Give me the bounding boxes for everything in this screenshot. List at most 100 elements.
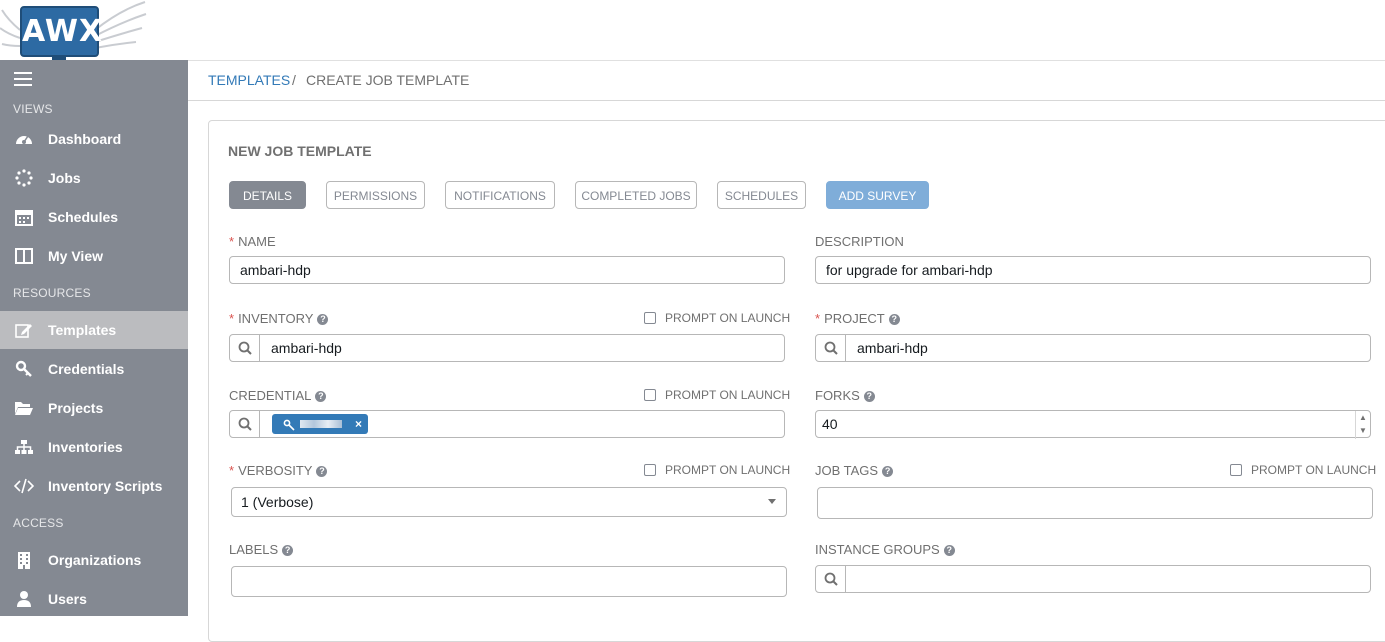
checkbox[interactable] <box>644 389 656 401</box>
help-icon[interactable]: ? <box>317 314 329 325</box>
help-icon[interactable]: ? <box>282 545 294 556</box>
panel-title: NEW JOB TEMPLATE <box>228 143 372 159</box>
top-header: AWX <box>0 0 1385 61</box>
help-icon[interactable]: ? <box>863 391 875 402</box>
code-icon <box>13 478 35 494</box>
sidebar-item-credentials[interactable]: Credentials <box>0 350 188 388</box>
sidebar-item-label: My View <box>48 248 103 264</box>
sidebar-item-jobs[interactable]: Jobs <box>0 159 188 197</box>
remove-tag-icon[interactable]: × <box>355 414 362 434</box>
inventory-lookup[interactable]: ambari-hdp <box>229 334 785 362</box>
folder-icon <box>13 400 35 416</box>
sidebar-item-users[interactable]: Users <box>0 580 188 618</box>
forks-stepper[interactable]: ▲ ▼ <box>1355 411 1370 439</box>
key-icon <box>283 418 295 436</box>
inventory-prompt-on-launch[interactable]: PROMPT ON LAUNCH <box>644 311 790 325</box>
calendar-icon <box>13 208 35 226</box>
description-label: DESCRIPTION <box>815 234 904 249</box>
sidebar-item-inventory-scripts[interactable]: Inventory Scripts <box>0 467 188 505</box>
checkbox[interactable] <box>644 312 656 324</box>
job-tags-field[interactable] <box>817 487 1373 519</box>
section-views: VIEWS <box>13 102 53 116</box>
name-label: * NAME <box>229 234 276 249</box>
sidebar-item-label: Inventory Scripts <box>48 478 163 494</box>
sidebar-item-dashboard[interactable]: Dashboard <box>0 120 188 158</box>
required-marker: * <box>229 311 235 326</box>
verbosity-prompt-on-launch[interactable]: PROMPT ON LAUNCH <box>644 463 790 477</box>
required-marker: * <box>229 234 235 249</box>
columns-icon <box>13 248 35 264</box>
name-field[interactable]: ambari-hdp <box>229 256 785 284</box>
search-icon[interactable] <box>230 335 260 361</box>
redacted-credential-name <box>300 420 342 428</box>
section-access: ACCESS <box>13 516 64 530</box>
section-resources: RESOURCES <box>13 286 91 300</box>
add-survey-button[interactable]: ADD SURVEY <box>826 181 929 209</box>
checkbox[interactable] <box>1230 464 1242 476</box>
verbosity-value: 1 (Verbose) <box>241 494 314 510</box>
forks-field[interactable]: 40 ▲ ▼ <box>815 410 1371 439</box>
logo-text: AWX <box>20 6 102 57</box>
verbosity-select[interactable]: 1 (Verbose) <box>231 487 787 517</box>
hamburger-menu-icon[interactable] <box>14 72 32 88</box>
tab-schedules[interactable]: SCHEDULES <box>717 181 806 209</box>
sidebar-item-label: Templates <box>48 322 117 338</box>
search-icon[interactable] <box>816 566 846 592</box>
credential-label: CREDENTIAL? <box>229 388 327 403</box>
project-lookup[interactable]: ambari-hdp <box>815 334 1371 362</box>
inventory-value: ambari-hdp <box>271 340 342 356</box>
project-value: ambari-hdp <box>857 340 928 356</box>
help-icon[interactable]: ? <box>888 314 900 325</box>
stepper-down-icon[interactable]: ▼ <box>1356 424 1370 437</box>
sidebar-item-schedules[interactable]: Schedules <box>0 198 188 236</box>
credential-lookup[interactable]: × <box>229 410 785 438</box>
labels-field[interactable] <box>231 566 787 597</box>
sidebar-item-label: Credentials <box>48 361 125 377</box>
dashboard-icon <box>13 131 35 147</box>
required-marker: * <box>815 311 821 326</box>
sidebar-item-organizations[interactable]: Organizations <box>0 541 188 579</box>
description-field[interactable]: for upgrade for ambari-hdp <box>815 256 1371 284</box>
help-icon[interactable]: ? <box>882 466 894 477</box>
edit-icon <box>13 322 35 338</box>
job-tags-prompt-on-launch[interactable]: PROMPT ON LAUNCH <box>1230 463 1376 477</box>
sidebar-item-templates[interactable]: Templates <box>0 311 188 349</box>
sidebar-item-label: Dashboard <box>48 131 122 147</box>
sidebar-item-label: Users <box>48 591 87 607</box>
user-icon <box>13 590 35 608</box>
tab-details[interactable]: DETAILS <box>229 181 306 209</box>
checkbox[interactable] <box>644 464 656 476</box>
tab-permissions[interactable]: PERMISSIONS <box>326 181 425 209</box>
tab-completed-jobs[interactable]: COMPLETED JOBS <box>575 181 697 209</box>
breadcrumb-current: CREATE JOB TEMPLATE <box>306 72 470 88</box>
help-icon[interactable]: ? <box>316 466 328 477</box>
inventory-label: * INVENTORY? <box>229 311 329 326</box>
credential-tag: × <box>272 414 368 434</box>
help-icon[interactable]: ? <box>315 391 327 402</box>
sitemap-icon <box>13 439 35 455</box>
search-icon[interactable] <box>230 411 260 437</box>
building-icon <box>13 551 35 569</box>
sidebar-item-label: Projects <box>48 400 104 416</box>
tab-notifications[interactable]: NOTIFICATIONS <box>445 181 555 209</box>
spinner-icon <box>13 169 35 187</box>
sidebar-item-inventories[interactable]: Inventories <box>0 428 188 466</box>
awx-logo[interactable]: AWX <box>0 0 150 62</box>
sidebar-item-label: Inventories <box>48 439 123 455</box>
sidebar-item-projects[interactable]: Projects <box>0 389 188 427</box>
project-label: * PROJECT? <box>815 311 900 326</box>
sidebar-item-label: Jobs <box>48 170 81 186</box>
breadcrumb-separator: / <box>292 72 296 88</box>
labels-label: LABELS? <box>229 542 294 557</box>
forks-value: 40 <box>822 416 838 432</box>
search-icon[interactable] <box>816 335 846 361</box>
sidebar-item-my-view[interactable]: My View <box>0 237 188 275</box>
help-icon[interactable]: ? <box>943 545 955 556</box>
breadcrumb-templates-link[interactable]: TEMPLATES <box>208 60 290 100</box>
forks-label: FORKS? <box>815 388 875 403</box>
instance-groups-lookup[interactable] <box>815 565 1371 593</box>
sidebar-item-label: Organizations <box>48 552 142 568</box>
credential-prompt-on-launch[interactable]: PROMPT ON LAUNCH <box>644 388 790 402</box>
stepper-up-icon[interactable]: ▲ <box>1356 411 1370 424</box>
breadcrumb: TEMPLATES / CREATE JOB TEMPLATE <box>188 60 1385 101</box>
